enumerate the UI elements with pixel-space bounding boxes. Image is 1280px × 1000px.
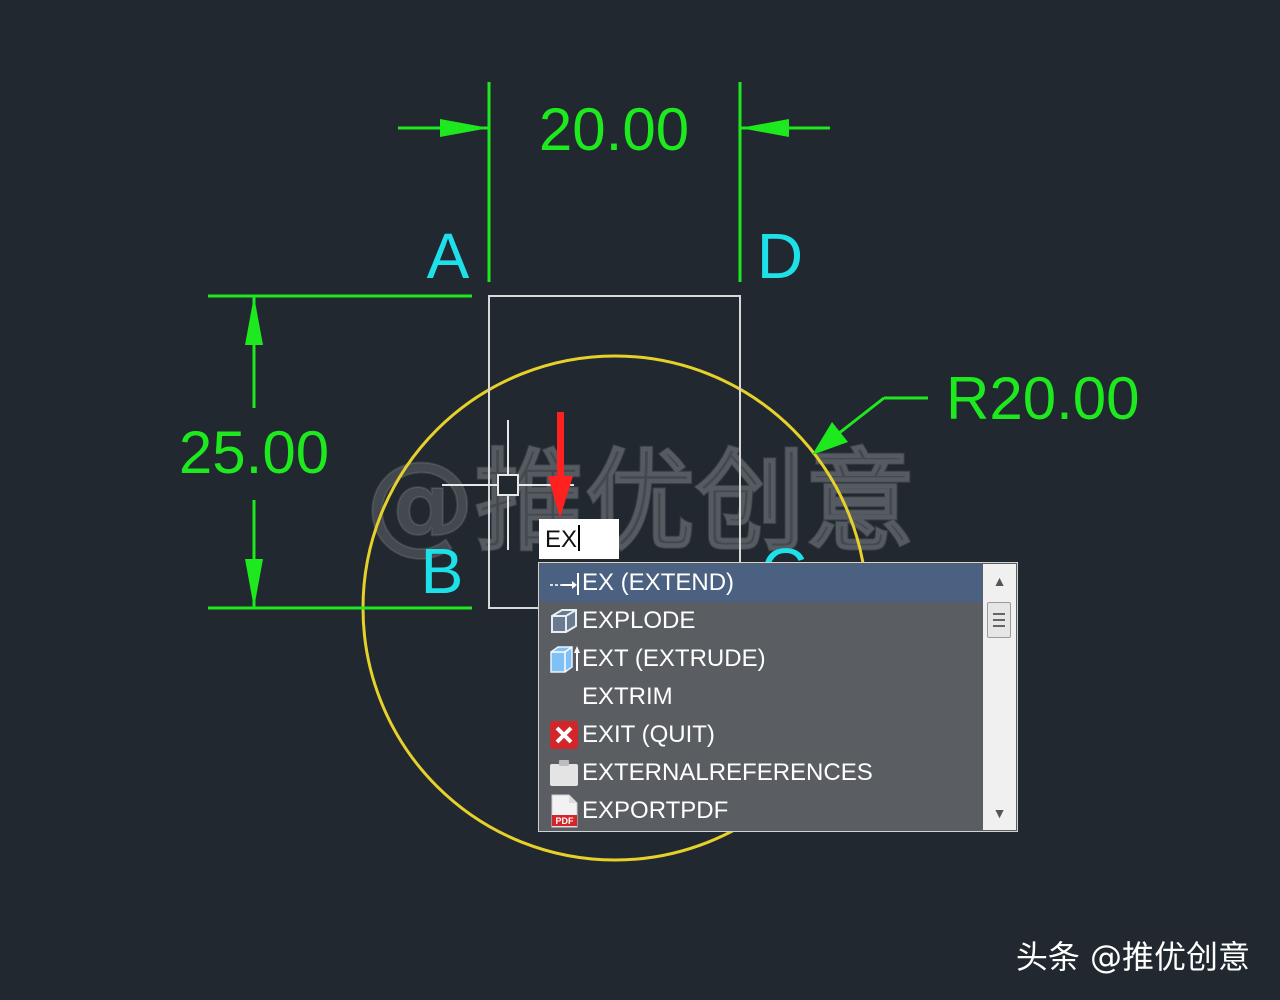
credit-watermark: 头条 @推优创意 xyxy=(1015,938,1250,976)
scroll-up-icon[interactable]: ▲ xyxy=(983,566,1016,596)
autocomplete-items: EX (EXTEND) EXPLODE EXT (EXTRUDE) EXTRIM… xyxy=(540,564,982,830)
autocomplete-item-externalreferences[interactable]: EXTERNALREFERENCES xyxy=(540,754,982,792)
autocomplete-item-exportpdf[interactable]: PDF EXPORTPDF xyxy=(540,792,982,830)
extrude-icon xyxy=(546,640,582,678)
close-icon xyxy=(546,716,582,754)
scroll-down-icon[interactable]: ▼ xyxy=(983,798,1016,828)
autocomplete-scrollbar[interactable]: ▲ ▼ xyxy=(983,564,1016,830)
autocomplete-item-exit[interactable]: EXIT (QUIT) xyxy=(540,716,982,754)
autocomplete-item-extend[interactable]: EX (EXTEND) xyxy=(540,564,982,602)
pdf-file-icon: PDF xyxy=(546,792,582,830)
drawing-canvas[interactable]: @推优创意 20.00 25.00 R20.00 A D B C xyxy=(0,0,1280,1000)
extend-icon xyxy=(546,564,582,602)
dimension-radius-text: R20.00 xyxy=(946,365,1139,432)
command-autocomplete-list[interactable]: EX (EXTEND) EXPLODE EXT (EXTRUDE) EXTRIM… xyxy=(538,562,1018,832)
dimension-height-text: 25.00 xyxy=(179,419,329,486)
text-caret xyxy=(578,525,581,551)
command-input[interactable]: EX xyxy=(539,519,619,559)
svg-text:PDF: PDF xyxy=(556,816,575,826)
dimension-width-text: 20.00 xyxy=(539,96,689,163)
clipboard-icon xyxy=(546,754,582,792)
autocomplete-item-extrim[interactable]: EXTRIM xyxy=(540,678,982,716)
autocomplete-item-explode[interactable]: EXPLODE xyxy=(540,602,982,640)
scrollbar-thumb[interactable] xyxy=(987,602,1011,638)
point-label-b: B xyxy=(421,535,464,607)
point-label-d: D xyxy=(757,220,803,292)
explode-icon xyxy=(546,602,582,640)
point-label-a: A xyxy=(427,220,470,292)
autocomplete-item-extrude[interactable]: EXT (EXTRUDE) xyxy=(540,640,982,678)
